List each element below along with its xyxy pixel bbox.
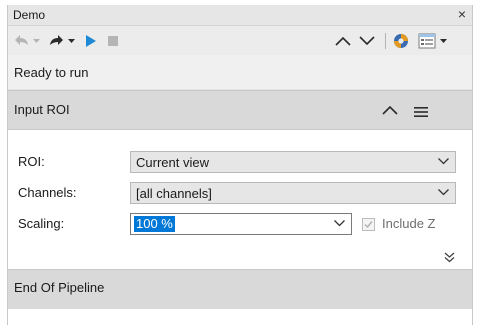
roi-label: ROI: bbox=[18, 154, 45, 169]
input-roi-header[interactable]: Input ROI bbox=[8, 90, 472, 130]
demo-panel: Demo × Ready to run Input ROI ROI: Curre… bbox=[7, 5, 473, 325]
window-title: Demo bbox=[13, 8, 46, 22]
move-down-button[interactable] bbox=[356, 26, 378, 55]
section-title: Input ROI bbox=[14, 102, 70, 117]
include-z-label: Include Z bbox=[382, 216, 436, 231]
include-z-checkbox[interactable] bbox=[362, 218, 375, 231]
view-options-icon bbox=[418, 33, 436, 48]
chevron-down-icon bbox=[334, 220, 345, 227]
toolbar-separator bbox=[385, 33, 386, 49]
title-bar: Demo × bbox=[8, 5, 472, 26]
channels-value: [all channels] bbox=[136, 186, 212, 201]
view-options-dropdown[interactable] bbox=[440, 26, 447, 55]
play-icon bbox=[86, 34, 96, 47]
undo-button[interactable] bbox=[12, 26, 32, 55]
redo-arrow-icon bbox=[50, 34, 63, 45]
redo-dropdown[interactable] bbox=[68, 26, 75, 55]
close-button[interactable]: × bbox=[458, 6, 466, 22]
collapse-button[interactable] bbox=[382, 102, 398, 120]
view-options-button[interactable] bbox=[416, 26, 438, 55]
dropdown-caret-icon bbox=[33, 38, 40, 43]
dropdown-caret-icon bbox=[68, 38, 75, 43]
hamburger-menu-icon bbox=[414, 107, 428, 117]
stop-button[interactable] bbox=[104, 26, 122, 55]
chevron-down-icon bbox=[438, 158, 449, 165]
checkmark-icon bbox=[364, 221, 373, 229]
stop-icon bbox=[108, 35, 118, 46]
double-chevron-down-icon bbox=[444, 252, 455, 263]
redo-button[interactable] bbox=[46, 26, 66, 55]
end-of-pipeline-header[interactable]: End Of Pipeline bbox=[8, 269, 472, 309]
scaling-value: 100 % bbox=[134, 216, 175, 232]
undo-dropdown[interactable] bbox=[33, 26, 40, 55]
dropdown-caret-icon bbox=[440, 38, 447, 43]
chevron-up-icon bbox=[335, 36, 351, 46]
undo-arrow-icon bbox=[15, 34, 28, 45]
roi-select[interactable]: Current view bbox=[130, 151, 456, 173]
roi-value: Current view bbox=[136, 155, 209, 170]
section-menu-button[interactable] bbox=[414, 104, 428, 122]
expand-more-button[interactable] bbox=[444, 250, 455, 268]
channels-select[interactable]: [all channels] bbox=[130, 182, 456, 204]
status-bar: Ready to run bbox=[8, 55, 472, 90]
settings-button[interactable] bbox=[390, 26, 412, 55]
settings-gear-icon bbox=[394, 33, 408, 48]
move-up-button[interactable] bbox=[332, 26, 354, 55]
scaling-label: Scaling: bbox=[18, 216, 65, 231]
chevron-down-icon bbox=[438, 189, 449, 196]
section-title: End Of Pipeline bbox=[14, 280, 105, 295]
toolbar bbox=[8, 26, 472, 55]
scaling-combobox[interactable]: 100 % bbox=[130, 213, 352, 235]
run-button[interactable] bbox=[82, 26, 100, 55]
chevron-down-icon bbox=[359, 35, 375, 45]
status-text: Ready to run bbox=[14, 65, 89, 80]
chevron-up-icon bbox=[382, 105, 398, 115]
channels-label: Channels: bbox=[18, 185, 77, 200]
input-roi-form: ROI: Current view Channels: [all channel… bbox=[8, 130, 472, 269]
